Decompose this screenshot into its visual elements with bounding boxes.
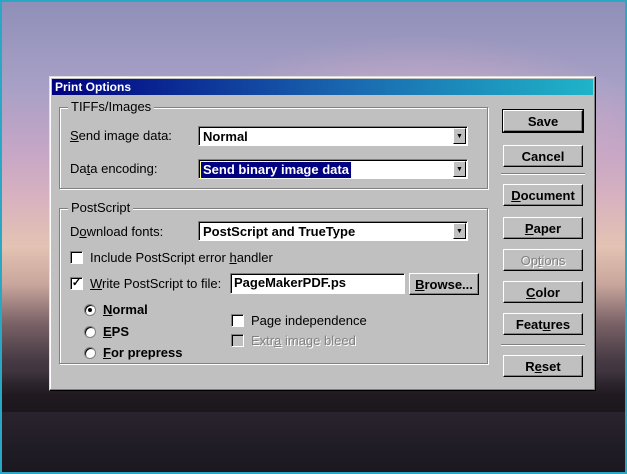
reset-button[interactable]: Re set	[503, 355, 583, 377]
cancel-button[interactable]: Cancel	[503, 145, 583, 167]
extra-image-bleed-checkbox	[231, 334, 244, 347]
output-prepress-label: For prepress	[103, 345, 183, 360]
save-button[interactable]: Save	[502, 109, 584, 133]
browse-button[interactable]: Browse...	[409, 273, 479, 295]
output-prepress-radio[interactable]	[84, 347, 96, 359]
document-button[interactable]: Document	[503, 184, 583, 206]
write-postscript-checkbox[interactable]: ✓	[70, 277, 83, 290]
chevron-down-icon[interactable]: ▼	[453, 223, 466, 239]
tiffs-images-group-label: TIFFs/Images	[68, 100, 155, 114]
color-button[interactable]: Color	[503, 281, 583, 303]
send-image-data-value: Normal	[203, 129, 248, 144]
output-eps-radio[interactable]	[84, 326, 96, 338]
chevron-down-icon[interactable]: ▼	[453, 128, 466, 144]
options-button: Op t ions	[503, 249, 583, 271]
download-fonts-label: Download fonts:	[70, 224, 164, 239]
paper-button[interactable]: Paper	[503, 217, 583, 239]
data-encoding-dropdown[interactable]: Send binary image data ▼	[198, 159, 468, 179]
print-options-dialog: Print Options TIFFs/Images Send image da…	[49, 76, 596, 391]
features-button[interactable]: Feat u res	[503, 313, 583, 335]
send-image-data-label: Send image data:	[70, 128, 172, 143]
page-independence-checkbox[interactable]	[231, 314, 244, 327]
chevron-down-icon[interactable]: ▼	[453, 161, 466, 177]
dialog-title: Print Options	[52, 79, 593, 95]
output-eps-label: EPS	[103, 324, 130, 339]
download-fonts-value: PostScript and TrueType	[203, 224, 356, 239]
write-postscript-label: Write PostScript to file:	[90, 276, 222, 291]
page-independence-label: Page independence	[251, 313, 367, 328]
send-image-data-dropdown[interactable]: Normal ▼	[198, 126, 468, 146]
button-separator-top	[501, 173, 585, 175]
postscript-group-label: PostScript	[68, 201, 134, 215]
button-separator-bottom	[501, 344, 585, 346]
download-fonts-dropdown[interactable]: PostScript and TrueType ▼	[198, 221, 468, 241]
include-error-handler-label: Include PostScript error handler	[90, 250, 273, 265]
include-error-handler-checkbox[interactable]	[70, 251, 83, 264]
postscript-filename-input[interactable]: PageMakerPDF.ps	[230, 273, 405, 294]
extra-image-bleed-label: Extra image bleed	[251, 333, 356, 348]
radio-selected-dot	[88, 308, 92, 312]
data-encoding-label: Data encoding:	[70, 161, 158, 176]
output-normal-radio[interactable]	[84, 304, 96, 316]
data-encoding-value: Send binary image data	[200, 161, 352, 179]
output-normal-label: Normal	[103, 302, 148, 317]
